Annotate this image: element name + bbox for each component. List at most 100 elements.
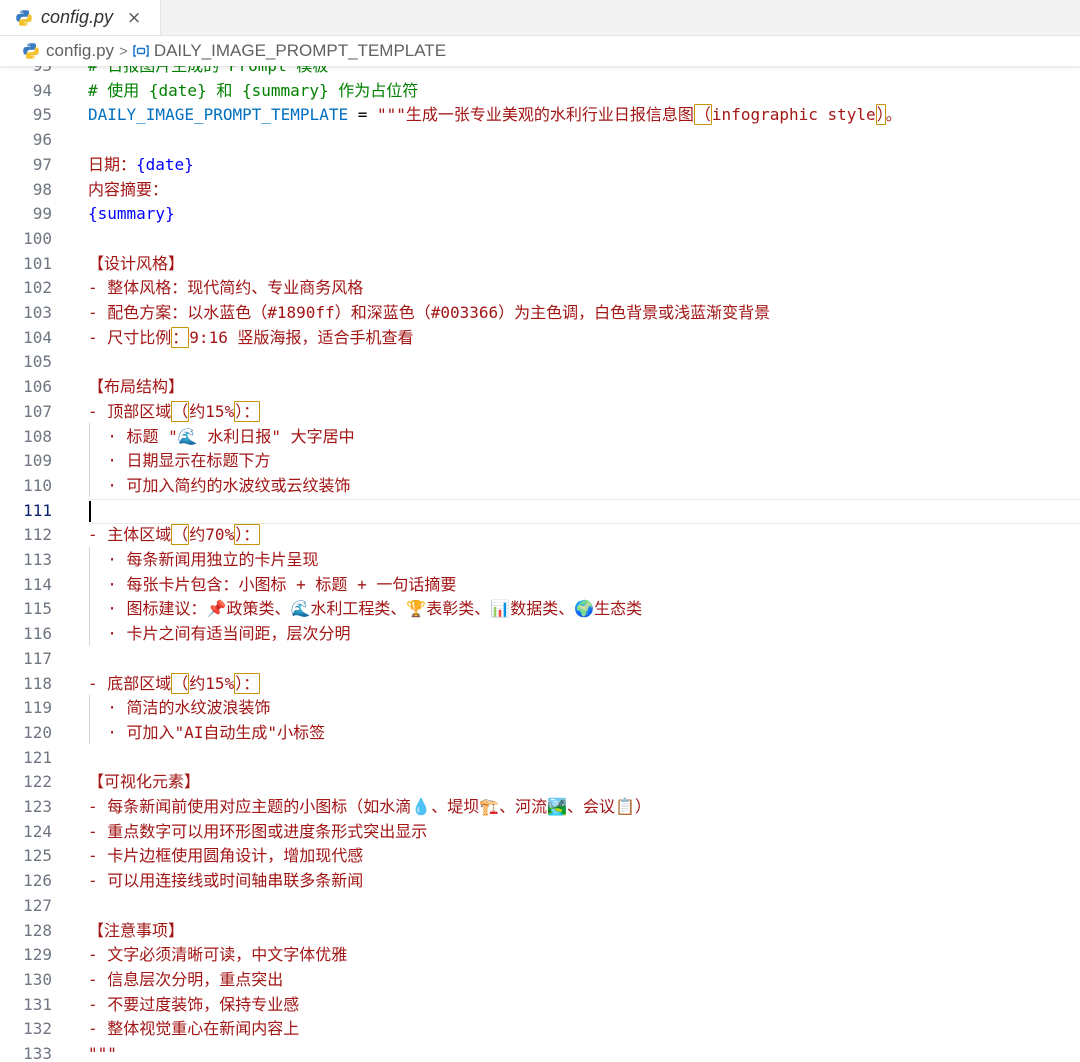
line-number: 109 — [23, 451, 52, 471]
code-line[interactable]: 115 · 图标建议：📌政策类、🌊水利工程类、🏆表彰类、📊数据类、🌍生态类 — [0, 597, 1080, 622]
code-text: 【设计风格】 — [88, 253, 185, 273]
bracket-highlight: （ — [693, 104, 712, 126]
code-line[interactable]: 125 - 卡片边框使用圆角设计，增加现代感 — [0, 844, 1080, 869]
tab-bar: config.py × — [0, 0, 1080, 36]
code-line[interactable]: 94 # 使用 {date} 和 {summary} 作为占位符 — [0, 79, 1080, 104]
bracket-highlight: ）： — [234, 524, 261, 546]
line-number: 122 — [23, 772, 52, 792]
code-line[interactable]: 127 — [0, 894, 1080, 919]
bracket-highlight: （ — [171, 672, 190, 694]
code-line[interactable]: 124 - 重点数字可以用环形图或进度条形式突出显示 — [0, 820, 1080, 845]
code-line[interactable]: 97 日期：{date} — [0, 153, 1080, 178]
line-number: 101 — [23, 253, 52, 273]
code-text: """ — [88, 1044, 117, 1062]
code-line[interactable]: 100 — [0, 227, 1080, 252]
code-text: · 日期显示在标题下方 — [88, 451, 271, 471]
line-number: 103 — [23, 303, 52, 322]
code-line[interactable]: 105 — [0, 350, 1080, 375]
bracket-highlight: （ — [171, 524, 190, 546]
line-number: 132 — [23, 1019, 52, 1039]
line-number: 93 — [0, 66, 52, 79]
code-line[interactable]: 109 · 日期显示在标题下方 — [0, 449, 1080, 474]
code-line[interactable]: 107 - 顶部区域（约15%）： — [0, 400, 1080, 425]
line-number: 110 — [23, 475, 52, 495]
breadcrumb: config.py > DAILY_IMAGE_PROMPT_TEMPLATE — [0, 36, 1080, 66]
code-line[interactable]: 112 - 主体区域（约70%）： — [0, 523, 1080, 548]
code-line[interactable]: 110 · 可加入简约的水波纹或云纹装饰 — [0, 474, 1080, 499]
code-text: · 卡片之间有适当间距，层次分明 — [88, 624, 351, 644]
code-line[interactable]: 95 DAILY_IMAGE_PROMPT_TEMPLATE = """生成一张专… — [0, 103, 1080, 128]
code-text: 【注意事项】 — [88, 920, 185, 940]
bracket-highlight: ）： — [234, 400, 261, 422]
code-line[interactable]: 104 - 尺寸比例：9:16 竖版海报，适合手机查看 — [0, 326, 1080, 351]
code-line[interactable]: 101 【设计风格】 — [0, 252, 1080, 277]
code-line[interactable]: 116 · 卡片之间有适当间距，层次分明 — [0, 622, 1080, 647]
tab-config-py[interactable]: config.py × — [0, 0, 161, 35]
line-number: 95 — [32, 105, 52, 125]
close-icon[interactable]: × — [127, 8, 141, 28]
code-line[interactable]: 130 - 信息层次分明，重点突出 — [0, 968, 1080, 993]
tab-label: config.py — [41, 7, 114, 27]
code-text: - 整体风格：现代简约、专业商务风格 — [88, 278, 364, 298]
code-line[interactable]: 106 【布局结构】 — [0, 375, 1080, 400]
text-cursor — [89, 500, 91, 522]
line-number: 116 — [23, 624, 52, 644]
code-line[interactable]: 126 - 可以用连接线或时间轴串联多条新闻 — [0, 869, 1080, 894]
code-text: DAILY_IMAGE_PROMPT_TEMPLATE = """生成一张专业美… — [88, 104, 902, 126]
code-line[interactable]: 118 - 底部区域（约15%）： — [0, 672, 1080, 697]
code-line[interactable]: 103 - 配色方案：以水蓝色（#1890ff）和深蓝色（#003366）为主色调… — [0, 301, 1080, 326]
line-number: 117 — [23, 648, 52, 668]
code-line[interactable]: 96 — [0, 128, 1080, 153]
variable-symbol-icon — [133, 45, 149, 57]
code-line[interactable]: 102 - 整体风格：现代简约、专业商务风格 — [0, 276, 1080, 301]
line-number: 123 — [23, 797, 52, 816]
breadcrumb-file[interactable]: config.py — [46, 41, 114, 61]
code-line[interactable]: 122 【可视化元素】 — [0, 770, 1080, 795]
code-text: · 标题 "🌊 水利日报" 大字居中 — [88, 426, 355, 446]
code-line[interactable]: 119 · 简洁的水纹波浪装饰 — [0, 696, 1080, 721]
line-number: 127 — [23, 895, 52, 915]
code-text: - 卡片边框使用圆角设计，增加现代感 — [88, 846, 364, 866]
code-line[interactable]: 123 - 每条新闻前使用对应主题的小图标（如水滴💧、堤坝🏗️、河流🏞️、会议📋） — [0, 795, 1080, 820]
code-editor[interactable]: 93 # 日报图片生成的 Prompt 模板 94 # 使用 {date} 和 {su… — [0, 66, 1080, 1062]
line-number: 107 — [23, 401, 52, 421]
code-line[interactable]: 129 - 文字必须清晰可读，中文字体优雅 — [0, 943, 1080, 968]
line-number: 102 — [23, 278, 52, 298]
line-number: 121 — [23, 747, 52, 767]
line-number: 113 — [23, 550, 52, 569]
line-number: 104 — [23, 327, 52, 347]
code-line[interactable]: 120 · 可加入"AI自动生成"小标签 — [0, 721, 1080, 746]
code-line[interactable]: 98 内容摘要： — [0, 178, 1080, 203]
breadcrumb-symbol[interactable]: DAILY_IMAGE_PROMPT_TEMPLATE — [154, 41, 446, 61]
python-icon — [23, 43, 39, 59]
code-line[interactable]: 117 — [0, 647, 1080, 672]
bracket-highlight: ： — [171, 326, 190, 348]
code-line[interactable]: 93 # 日报图片生成的 Prompt 模板 — [0, 66, 1080, 79]
code-text: · 可加入简约的水波纹或云纹装饰 — [88, 475, 351, 495]
code-line[interactable]: 128 【注意事项】 — [0, 919, 1080, 944]
code-text: 日期：{date} — [88, 154, 194, 174]
line-number: 97 — [32, 154, 52, 174]
breadcrumb-separator: > — [119, 42, 128, 60]
line-number: 114 — [23, 574, 52, 594]
python-icon — [16, 9, 32, 26]
code-line[interactable]: 99 {summary} — [0, 202, 1080, 227]
code-line[interactable]: 121 — [0, 746, 1080, 771]
code-line[interactable]: 111 — [0, 498, 1080, 524]
code-text: - 每条新闻前使用对应主题的小图标（如水滴💧、堤坝🏗️、河流🏞️、会议📋） — [88, 797, 651, 816]
code-line[interactable]: 108 · 标题 "🌊 水利日报" 大字居中 — [0, 425, 1080, 450]
code-text: - 顶部区域（约15%）： — [88, 400, 261, 422]
code-line[interactable]: 113 · 每条新闻用独立的卡片呈现 — [0, 548, 1080, 573]
code-line[interactable]: 133 """ — [0, 1042, 1080, 1062]
code-line[interactable]: 131 - 不要过度装饰，保持专业感 — [0, 993, 1080, 1018]
code-line[interactable]: 132 - 整体视觉重心在新闻内容上 — [0, 1017, 1080, 1042]
line-number: 118 — [23, 673, 52, 693]
code-line[interactable]: 114 · 每张卡片包含：小图标 + 标题 + 一句话摘要 — [0, 573, 1080, 598]
line-number: 131 — [23, 994, 52, 1014]
code-text: - 可以用连接线或时间轴串联多条新闻 — [88, 871, 364, 891]
code-text: # 日报图片生成的 Prompt 模板 — [88, 66, 328, 79]
line-number: 100 — [23, 228, 52, 248]
code-text: 【布局结构】 — [88, 377, 185, 397]
line-number: 99 — [32, 204, 52, 224]
code-text: - 底部区域（约15%）： — [88, 672, 261, 694]
